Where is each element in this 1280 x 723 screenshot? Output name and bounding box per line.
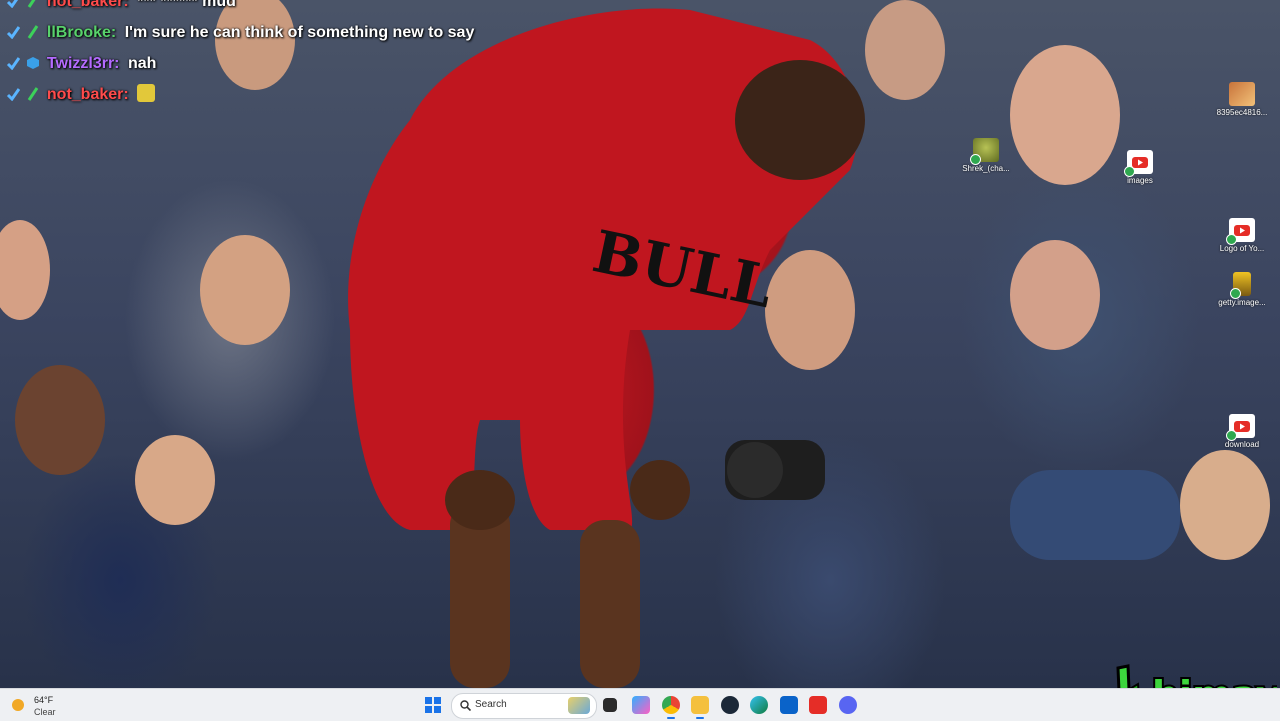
- chat-username: not_baker:: [46, 0, 129, 10]
- sync-check-icon: [1226, 430, 1237, 441]
- desktop-icon-youtube-logo[interactable]: Logo of Yo...: [1212, 218, 1272, 253]
- chat-text: nah: [127, 55, 157, 72]
- slash-badge-icon: [26, 0, 40, 8]
- chrome-icon[interactable]: [662, 696, 680, 719]
- chat-username: Twizzl3rr:: [46, 55, 120, 72]
- chat-username: not_baker:: [46, 86, 129, 103]
- windows-logo-icon: [425, 697, 441, 713]
- image-file-icon: [1229, 82, 1255, 106]
- chat-message: Twizzl3rr: nah: [6, 48, 526, 79]
- youtube-icon: [1124, 150, 1153, 177]
- desktop-icon-download[interactable]: download: [1212, 414, 1272, 449]
- task-view-icon[interactable]: [603, 698, 617, 712]
- image-file-icon: [1230, 272, 1251, 299]
- chat-message: llBrooke: I'm sure he can think of somet…: [6, 17, 526, 48]
- desktop-icon-label: getty.image...: [1218, 298, 1266, 307]
- desktop-icon-label: download: [1224, 440, 1260, 449]
- verified-badge-icon: [6, 25, 20, 39]
- verified-badge-icon: [6, 56, 20, 70]
- search-icon: [460, 700, 471, 711]
- verified-badge-icon: [6, 0, 20, 8]
- sync-check-icon: [1124, 166, 1135, 177]
- youtube-icon: [1226, 218, 1255, 245]
- store-icon[interactable]: [780, 696, 798, 714]
- desktop-icon-label: 8395ec4816...: [1216, 108, 1268, 117]
- chat-username: llBrooke:: [46, 24, 117, 41]
- desktop-icon-shrek[interactable]: Shrek_(cha...: [956, 138, 1016, 173]
- youtube-icon[interactable]: [809, 696, 827, 714]
- search-highlight-icon: [568, 697, 590, 714]
- slash-badge-icon: [26, 25, 40, 39]
- sync-check-icon: [1226, 234, 1237, 245]
- stream-chat-overlay: not_baker: *** ****** mud llBrooke: I'm …: [6, 0, 526, 110]
- file-explorer-icon[interactable]: [691, 696, 709, 719]
- chat-message: not_baker: *** ****** mud: [6, 0, 526, 17]
- shrek-icon: [970, 138, 999, 165]
- chat-emote-icon: [137, 84, 156, 102]
- desktop-icon-label: Logo of Yo...: [1219, 244, 1265, 253]
- search-placeholder: Search: [475, 699, 507, 710]
- sync-check-icon: [970, 154, 981, 165]
- desktop-icon-getty-image[interactable]: getty.image...: [1212, 272, 1272, 307]
- cube-badge-icon: [26, 56, 40, 70]
- desktop-icon-images[interactable]: images: [1110, 150, 1170, 185]
- taskbar-search-box[interactable]: Search: [451, 693, 597, 719]
- edge-icon[interactable]: [750, 696, 768, 714]
- moon-weather-icon: [12, 699, 24, 711]
- start-button[interactable]: [425, 697, 441, 713]
- desktop-icon-label: Shrek_(cha...: [962, 164, 1010, 173]
- youtube-icon: [1226, 414, 1255, 441]
- weather-condition: Clear: [34, 707, 56, 717]
- slash-badge-icon: [26, 87, 40, 101]
- discord-icon[interactable]: [839, 696, 857, 714]
- copilot-icon[interactable]: [632, 696, 650, 714]
- taskbar: 64°F Clear Search: [0, 688, 1280, 721]
- steam-icon[interactable]: [721, 696, 739, 714]
- desktop-icon-label: images: [1127, 176, 1153, 185]
- verified-badge-icon: [6, 87, 20, 101]
- chat-text: *** ****** mud: [137, 0, 236, 10]
- sync-check-icon: [1230, 288, 1241, 299]
- chat-message: not_baker:: [6, 79, 526, 110]
- desktop-icon-image-file[interactable]: 8395ec4816...: [1212, 82, 1272, 117]
- weather-temperature: 64°F: [34, 695, 54, 705]
- chat-text: I'm sure he can think of something new t…: [124, 24, 475, 41]
